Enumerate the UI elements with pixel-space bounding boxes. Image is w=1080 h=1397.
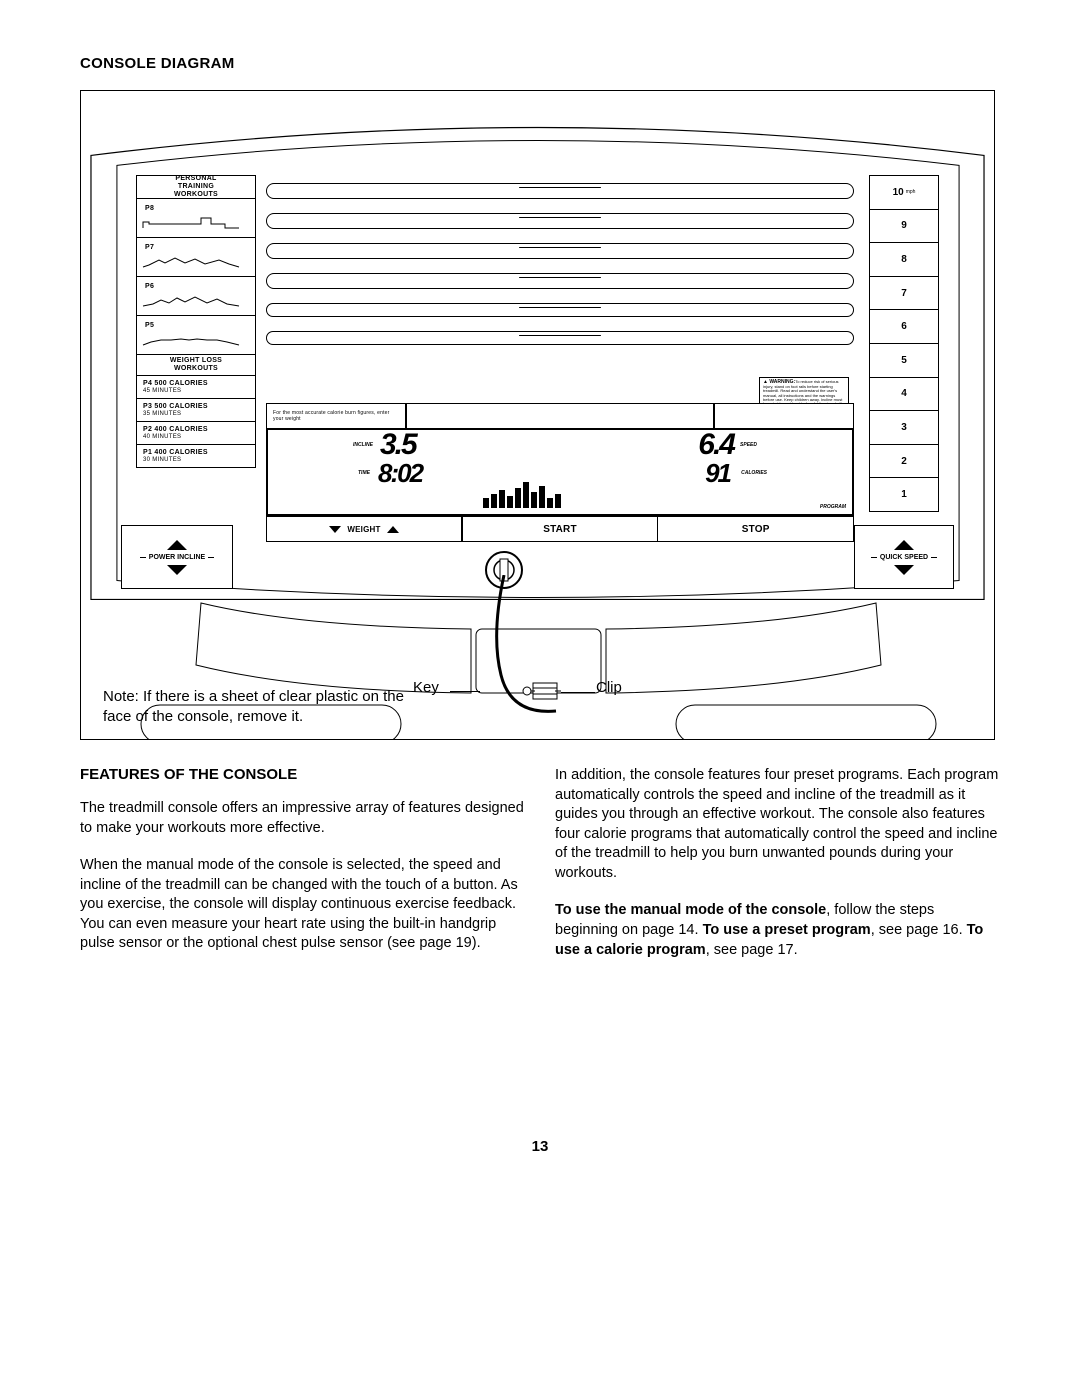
console-diagram-figure: PERSONAL TRAINING WORKOUTS P8 P7 P6 P5 W… [80, 90, 995, 740]
features-heading: FEATURES OF THE CONSOLE [80, 766, 525, 783]
features-paragraph-4: To use the manual mode of the console, f… [555, 901, 1000, 960]
clip-label: Clip [596, 679, 622, 696]
calorie-p3[interactable]: P3 500 CALORIES35 MINUTES [136, 398, 256, 422]
personal-training-header: PERSONAL TRAINING WORKOUTS [136, 175, 256, 199]
key-leader-line [450, 691, 480, 692]
speed-6[interactable]: 6 [869, 309, 939, 344]
weight-loss-header: WEIGHT LOSS WORKOUTS [136, 354, 256, 376]
preset-p8[interactable]: P8 [136, 198, 256, 238]
speed-8[interactable]: 8 [869, 242, 939, 277]
calorie-p2[interactable]: P2 400 CALORIES40 MINUTES [136, 421, 256, 445]
calorie-p4[interactable]: P4 500 CALORIES45 MINUTES [136, 375, 256, 399]
safety-clip-icon [521, 679, 561, 708]
features-paragraph-3: In addition, the console features four p… [555, 766, 1000, 883]
incline-down-icon [167, 565, 187, 575]
section-heading-console-diagram: CONSOLE DIAGRAM [80, 55, 1000, 72]
page-number: 13 [80, 1138, 1000, 1155]
weight-hint: For the most accurate calorie burn figur… [266, 403, 406, 429]
speed-1[interactable]: 1 [869, 477, 939, 512]
speed-9[interactable]: 9 [869, 209, 939, 244]
vent-stack [266, 183, 854, 359]
preset-p6[interactable]: P6 [136, 276, 256, 316]
lcd-display: INCLINE 3.5 SPEED 6.4 TIME 8:02 CALORIES… [266, 428, 854, 516]
clip-leader-line [561, 692, 595, 693]
preset-p7[interactable]: P7 [136, 237, 256, 277]
calorie-p1[interactable]: P1 400 CALORIES30 MINUTES [136, 444, 256, 468]
speed-down-icon [894, 565, 914, 575]
stop-button[interactable]: STOP [657, 516, 854, 542]
speed-4[interactable]: 4 [869, 377, 939, 412]
speed-7[interactable]: 7 [869, 276, 939, 311]
speed-10[interactable]: 10mph [869, 175, 939, 210]
features-paragraph-1: The treadmill console offers an impressi… [80, 799, 525, 838]
speed-up-icon [894, 540, 914, 550]
features-paragraph-2: When the manual mode of the console is s… [80, 856, 525, 954]
plastic-sheet-note: Note: If there is a sheet of clear plast… [103, 687, 433, 726]
speed-3[interactable]: 3 [869, 410, 939, 445]
preset-p5[interactable]: P5 [136, 315, 256, 355]
speed-5[interactable]: 5 [869, 343, 939, 378]
incline-up-icon [167, 540, 187, 550]
speed-2[interactable]: 2 [869, 444, 939, 479]
